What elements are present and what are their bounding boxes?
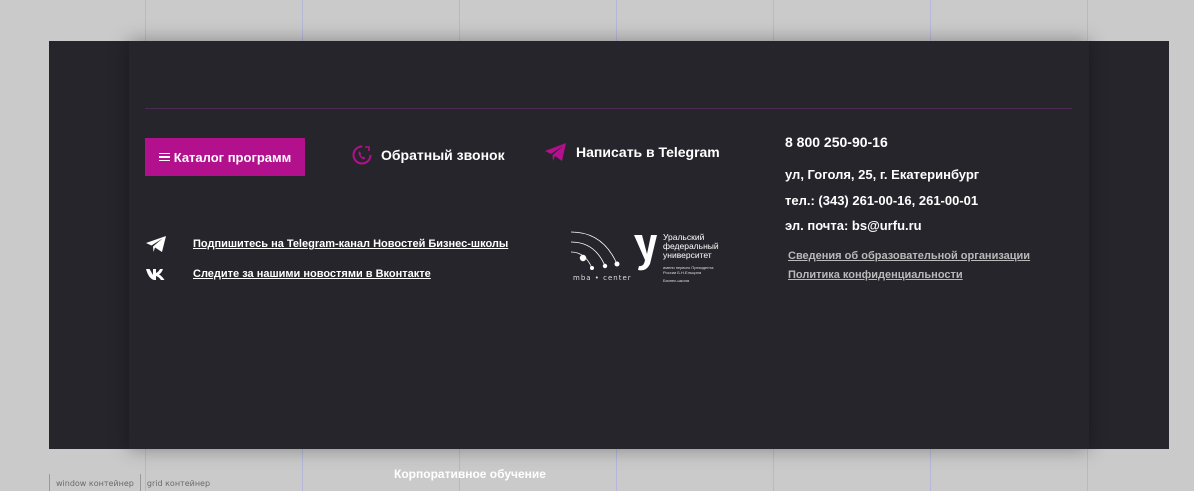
urfu-logo: Уральский федеральный университет имени … (632, 232, 719, 283)
telegram-write-link[interactable]: Написать в Telegram (544, 142, 720, 162)
divider (145, 108, 1072, 109)
telegram-icon (545, 143, 566, 161)
phone-number[interactable]: 8 800 250-90-16 (785, 134, 888, 150)
callback-label: Обратный звонок (381, 147, 505, 163)
grid-container-label: grid контейнер (139, 474, 216, 491)
privacy-policy-link[interactable]: Политика конфиденциальности (788, 269, 963, 281)
vk-label[interactable]: Следите за нашими новостями в Вконтакте (193, 268, 431, 280)
education-info-link[interactable]: Сведения об образовательной организации (788, 250, 1030, 262)
phone-callback-icon (352, 145, 372, 165)
urfu-school: Бизнес-школа (663, 278, 690, 283)
grid-labels: window контейнер grid контейнер (49, 474, 216, 491)
telegram-channel-label[interactable]: Подпишитесь на Telegram-канал Новостей Б… (193, 238, 508, 250)
urfu-name: Уральский федеральный университет (663, 232, 719, 260)
footer-inner: Каталог программ Обратный звонок Написат… (129, 41, 1089, 449)
email[interactable]: эл. почта: bs@urfu.ru (785, 218, 922, 233)
catalog-button[interactable]: Каталог программ (145, 138, 305, 176)
address: ул, Гоголя, 25, г. Екатеринбург (785, 167, 980, 182)
urfu-subtitle: имени первого Президента России Б.Н.Ельц… (663, 265, 714, 275)
mba-caption: mba • center (573, 274, 632, 282)
window-container-label: window контейнер (49, 474, 140, 491)
menu-icon (158, 151, 170, 164)
telegram-write-label: Написать в Telegram (576, 144, 720, 160)
vk-icon (146, 269, 165, 280)
callback-link[interactable]: Обратный звонок (351, 144, 505, 166)
catalog-button-label: Каталог программ (173, 149, 292, 165)
tel-numbers[interactable]: тел.: (343) 261-00-16, 261-00-01 (785, 193, 978, 208)
mba-orbit-logo-graphic (570, 231, 620, 270)
corporate-training-link[interactable]: Корпоративное обучение (394, 467, 546, 481)
telegram-channel-link[interactable]: Подпишитесь на Telegram-канал Новостей Б… (145, 235, 508, 253)
telegram-icon (146, 236, 166, 252)
vk-link[interactable]: Следите за нашими новостями в Вконтакте (145, 267, 431, 281)
footer: Каталог программ Обратный звонок Написат… (49, 41, 1169, 449)
mba-center-logo: mba • center (569, 228, 631, 282)
urfu-emblem (634, 235, 657, 271)
